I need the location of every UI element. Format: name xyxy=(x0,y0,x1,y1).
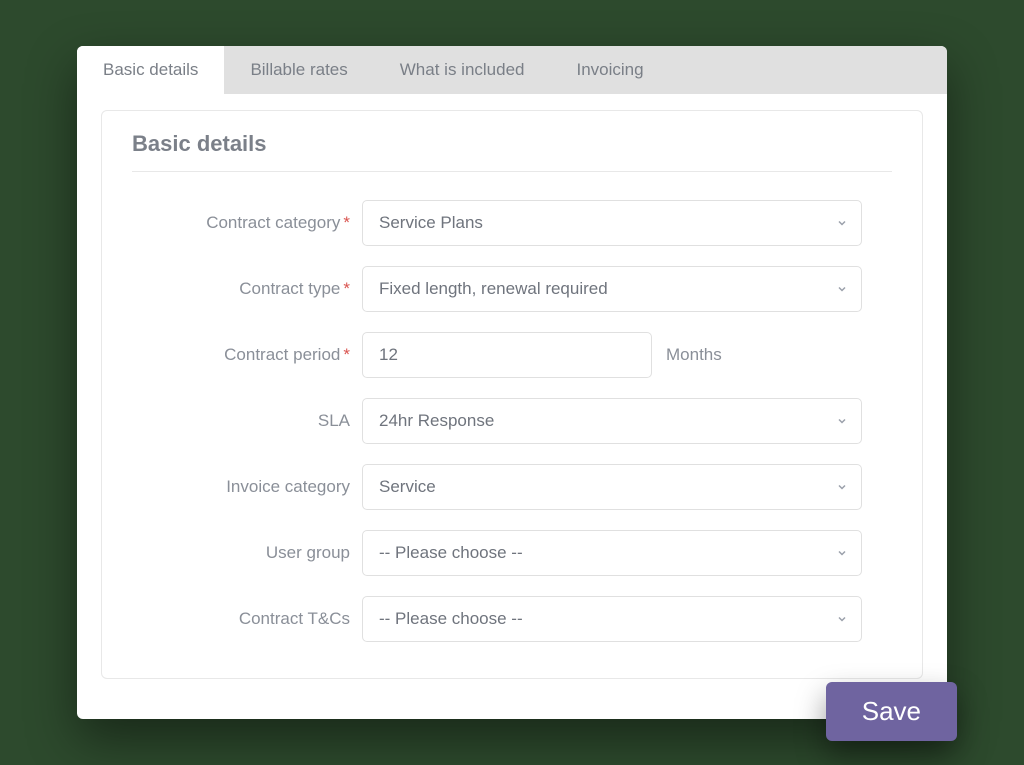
row-contract-period: Contract period* Months xyxy=(132,332,892,378)
save-button[interactable]: Save xyxy=(826,682,957,741)
label-invoice-category: Invoice category xyxy=(132,477,362,497)
section-title: Basic details xyxy=(132,131,892,172)
select-user-group[interactable]: -- Please choose -- xyxy=(362,530,862,576)
basic-details-card: Basic details Contract category* Service… xyxy=(101,110,923,679)
label-contract-type: Contract type* xyxy=(132,279,362,299)
tab-invoicing[interactable]: Invoicing xyxy=(551,46,670,94)
select-invoice-category[interactable]: Service xyxy=(362,464,862,510)
settings-panel: Basic details Billable rates What is inc… xyxy=(77,46,947,719)
tab-basic-details[interactable]: Basic details xyxy=(77,46,224,94)
row-contract-category: Contract category* Service Plans xyxy=(132,200,892,246)
select-contract-type[interactable]: Fixed length, renewal required xyxy=(362,266,862,312)
tab-what-is-included[interactable]: What is included xyxy=(374,46,551,94)
tab-billable-rates[interactable]: Billable rates xyxy=(224,46,373,94)
required-star: * xyxy=(343,279,350,298)
input-contract-period[interactable] xyxy=(362,332,652,378)
row-contract-type: Contract type* Fixed length, renewal req… xyxy=(132,266,892,312)
label-user-group: User group xyxy=(132,543,362,563)
label-contract-tcs: Contract T&Cs xyxy=(132,609,362,629)
label-contract-period: Contract period* xyxy=(132,345,362,365)
row-contract-tcs: Contract T&Cs -- Please choose -- xyxy=(132,596,892,642)
suffix-contract-period: Months xyxy=(666,345,722,365)
required-star: * xyxy=(343,213,350,232)
select-contract-tcs[interactable]: -- Please choose -- xyxy=(362,596,862,642)
required-star: * xyxy=(343,345,350,364)
select-contract-category[interactable]: Service Plans xyxy=(362,200,862,246)
row-user-group: User group -- Please choose -- xyxy=(132,530,892,576)
select-sla[interactable]: 24hr Response xyxy=(362,398,862,444)
row-invoice-category: Invoice category Service xyxy=(132,464,892,510)
tab-bar: Basic details Billable rates What is inc… xyxy=(77,46,947,94)
row-sla: SLA 24hr Response xyxy=(132,398,892,444)
label-sla: SLA xyxy=(132,411,362,431)
label-contract-category: Contract category* xyxy=(132,213,362,233)
